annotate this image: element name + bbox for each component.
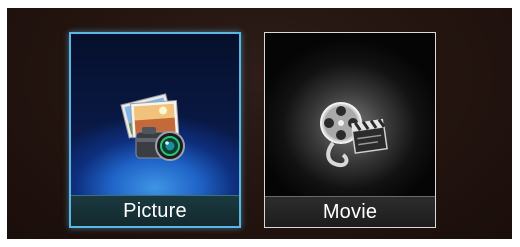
movie-label: Movie	[265, 196, 435, 227]
menu-panel: Picture Movie	[7, 8, 512, 239]
media-menu-screen: Picture Movie	[0, 0, 520, 247]
picture-label: Picture	[71, 195, 239, 226]
picture-tile[interactable]: Picture	[69, 32, 241, 228]
movie-tile[interactable]: Movie	[264, 32, 436, 228]
picture-icon	[120, 93, 185, 161]
movie-icon	[320, 102, 388, 168]
